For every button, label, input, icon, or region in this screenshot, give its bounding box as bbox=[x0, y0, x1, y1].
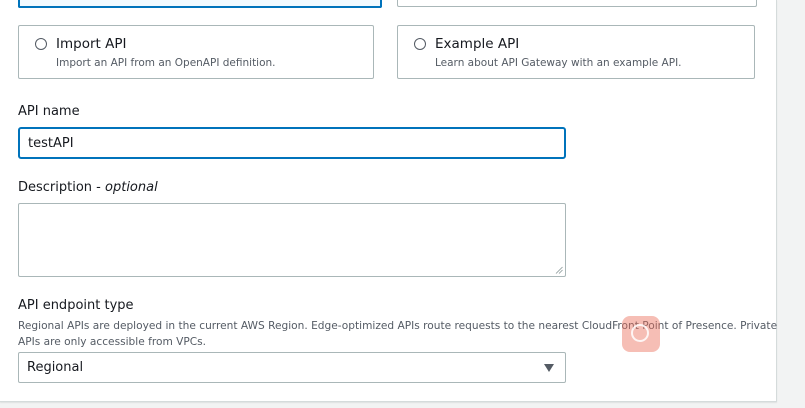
description-label-text: Description bbox=[18, 180, 93, 195]
api-name-label: API name bbox=[18, 104, 80, 119]
resize-grip-icon[interactable] bbox=[555, 266, 563, 274]
example-api-title: Example API bbox=[435, 36, 520, 52]
endpoint-type-label: API endpoint type bbox=[18, 298, 134, 313]
description-label: Description - optional bbox=[18, 180, 158, 195]
endpoint-type-help-text: Regional APIs are deployed in the curren… bbox=[18, 320, 778, 348]
import-api-description: Import an API from an OpenAPI definition… bbox=[56, 57, 276, 69]
import-api-title: Import API bbox=[56, 36, 127, 52]
api-name-input[interactable] bbox=[18, 127, 566, 159]
api-type-tile-partial[interactable] bbox=[397, 0, 757, 7]
create-api-form-panel: Import API Import an API from an OpenAPI… bbox=[0, 0, 777, 402]
example-api-radio[interactable] bbox=[414, 38, 426, 50]
selected-api-type-tile-partial[interactable] bbox=[18, 0, 382, 8]
example-api-description: Learn about API Gateway with an example … bbox=[435, 57, 682, 69]
cursor-ring bbox=[631, 324, 649, 342]
import-api-radio[interactable] bbox=[35, 38, 47, 50]
description-textarea[interactable] bbox=[18, 203, 566, 277]
endpoint-type-selected-value: Regional bbox=[27, 360, 84, 375]
example-api-tile[interactable]: Example API Learn about API Gateway with… bbox=[397, 25, 755, 79]
description-optional-text: optional bbox=[105, 180, 158, 195]
caret-down-icon bbox=[544, 364, 554, 372]
cursor-highlight-icon bbox=[622, 316, 660, 352]
endpoint-type-select[interactable]: Regional bbox=[18, 352, 566, 383]
import-api-tile[interactable]: Import API Import an API from an OpenAPI… bbox=[18, 25, 374, 79]
